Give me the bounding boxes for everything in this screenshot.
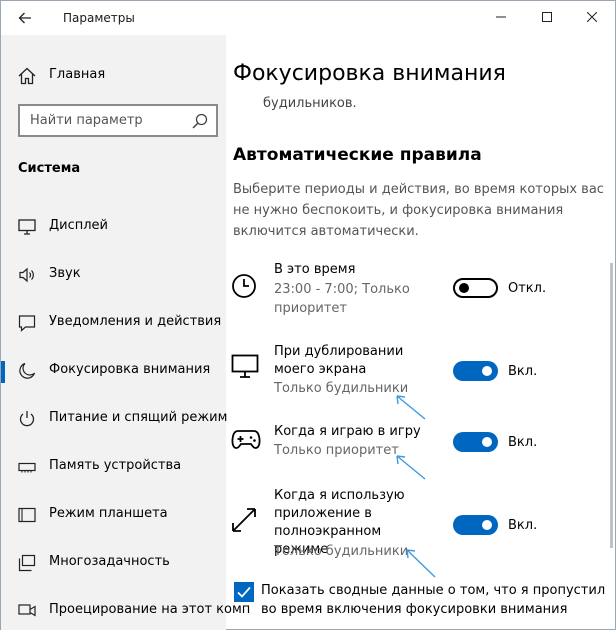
sidebar-item-storage[interactable]: Память устройства: [1, 447, 226, 487]
monitor-icon: [18, 219, 36, 235]
description-fragment: будильников.: [263, 96, 357, 111]
toggle-knob: [482, 366, 492, 376]
rule-toggle[interactable]: [453, 361, 498, 381]
maximize-icon: [542, 12, 552, 22]
annotation-arrow-icon: [396, 455, 426, 480]
toggle-state-label: Откл.: [508, 281, 547, 296]
search-placeholder: Найти параметр: [30, 113, 143, 128]
sidebar-item-label: Дисплей: [49, 218, 109, 233]
sidebar-item-label: Режим планшета: [49, 506, 168, 521]
toggle-knob: [482, 520, 492, 530]
toggle-state-label: Вкл.: [508, 435, 538, 450]
sidebar-item-multitasking[interactable]: Многозадачность: [1, 543, 226, 583]
back-arrow-icon: [18, 12, 31, 24]
close-button[interactable]: [569, 1, 615, 33]
sidebar-item-label: Фокусировка внимания: [49, 362, 211, 377]
clock-icon: [232, 274, 256, 298]
maximize-button[interactable]: [524, 1, 570, 33]
page-title: Фокусировка внимания: [233, 61, 506, 86]
toggle-state-label: Вкл.: [508, 518, 538, 533]
sidebar-item-focus-assist[interactable]: Фокусировка внимания: [1, 351, 226, 391]
sidebar-item-home[interactable]: Главная: [1, 57, 226, 93]
sidebar-item-label: Питание и спящий режим: [49, 410, 228, 425]
back-button[interactable]: [9, 4, 41, 32]
sidebar-item-label: Память устройства: [49, 458, 182, 473]
projection-icon: [18, 604, 36, 617]
toggle-state-label: Вкл.: [508, 364, 538, 379]
speaker-icon: [19, 267, 34, 283]
sidebar-item-projection[interactable]: Проецирование на этот комп: [1, 591, 250, 630]
tablet-icon: [18, 507, 36, 523]
sidebar: Главная Найти параметр Система Дисплей З…: [1, 35, 250, 630]
settings-window: Параметры Главная Найти параметр Система: [0, 0, 616, 630]
rule-name: Когда я играю в игру: [274, 424, 421, 439]
sidebar-item-notifications[interactable]: Уведомления и действия: [1, 303, 226, 343]
search-icon[interactable]: [192, 113, 208, 129]
close-icon: [587, 12, 597, 22]
monitor-icon: [231, 354, 259, 378]
moon-icon: [19, 362, 36, 379]
minimize-icon: [496, 16, 506, 18]
storage-icon: [18, 462, 36, 473]
window-title: Параметры: [63, 11, 135, 25]
rule-during-these-times[interactable]: В это время 23:00 - 7:00; Только приорит…: [226, 259, 615, 329]
sidebar-item-label: Уведомления и действия: [49, 314, 222, 329]
scrollbar[interactable]: [610, 263, 613, 548]
sidebar-section-title: Система: [18, 161, 81, 176]
sidebar-item-power[interactable]: Питание и спящий режим: [1, 399, 228, 439]
sidebar-item-label: Многозадачность: [49, 554, 170, 569]
rule-detail[interactable]: 23:00 - 7:00; Только приоритет: [274, 280, 434, 318]
main-content: Фокусировка внимания будильников. Автома…: [226, 35, 615, 630]
sidebar-item-label: Главная: [49, 67, 106, 82]
rule-toggle[interactable]: [453, 278, 498, 298]
rule-toggle[interactable]: [453, 432, 498, 452]
toggle-knob: [459, 283, 469, 293]
sidebar-item-display[interactable]: Дисплей: [1, 207, 226, 247]
title-bar: Параметры: [1, 1, 615, 35]
rule-name: При дублировании моего экрана: [274, 344, 404, 377]
toggle-knob: [482, 437, 492, 447]
checkmark-icon: [237, 586, 251, 598]
sidebar-item-tablet-mode[interactable]: Режим планшета: [1, 495, 226, 535]
rules-description: Выберите периоды и действия, во время ко…: [233, 182, 604, 239]
sidebar-item-label: Проецирование на этот комп: [49, 602, 251, 617]
rule-toggle[interactable]: [453, 515, 498, 535]
minimize-button[interactable]: [478, 1, 524, 33]
multitasking-icon: [18, 554, 36, 572]
rules-heading: Автоматические правила: [233, 145, 482, 165]
annotation-arrow-icon: [396, 395, 426, 420]
notification-icon: [18, 315, 36, 332]
sidebar-item-sound[interactable]: Звук: [1, 255, 226, 295]
fullscreen-icon: [232, 508, 256, 532]
home-icon: [18, 67, 36, 85]
active-indicator: [1, 361, 5, 383]
gamepad-icon: [231, 430, 261, 449]
sidebar-item-label: Звук: [49, 266, 81, 281]
rule-name: В это время: [274, 262, 356, 277]
search-input[interactable]: Найти параметр: [18, 104, 218, 137]
summary-checkbox-label: Показать сводные данные о том, что я про…: [261, 583, 606, 617]
summary-checkbox[interactable]: [234, 582, 254, 602]
power-icon: [19, 411, 35, 427]
annotation-arrow-icon: [406, 549, 436, 578]
